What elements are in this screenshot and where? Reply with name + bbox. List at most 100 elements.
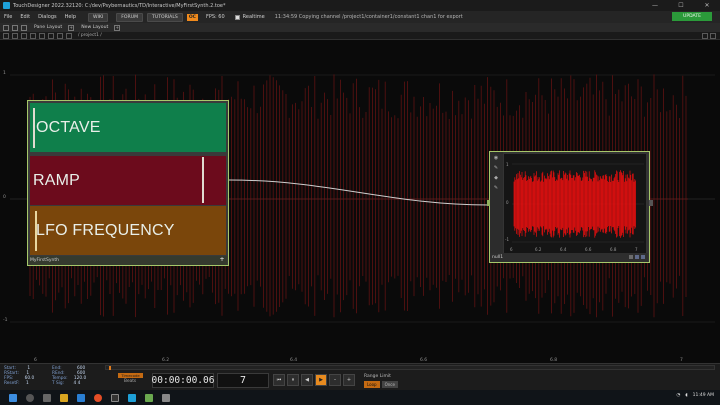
chop-name[interactable]: null1 xyxy=(492,255,503,260)
split-pane-icon[interactable] xyxy=(3,24,9,31)
chop-y-tick: 1 xyxy=(506,162,509,167)
output-connector[interactable] xyxy=(649,200,653,206)
timeline-info-right: End: 600 REnd: 600 Tempo: 120.0 T Sig: 4… xyxy=(52,366,86,386)
up-icon[interactable] xyxy=(30,32,36,39)
resetf-value[interactable]: 1 xyxy=(26,381,29,386)
tsig-value[interactable]: 4 4 xyxy=(73,381,80,386)
pause-button[interactable]: ⏸ xyxy=(287,374,299,386)
menu-dialogs[interactable]: Dialogs xyxy=(34,14,61,20)
beats-toggle[interactable]: Beats xyxy=(124,379,136,384)
close-button[interactable]: ✕ xyxy=(694,0,720,11)
playhead[interactable] xyxy=(109,366,111,370)
add-pane-icon[interactable]: + xyxy=(114,24,121,31)
pane-zoom-icon[interactable] xyxy=(702,33,708,39)
ramp-label: RAMP xyxy=(33,171,81,189)
realtime-toggle[interactable]: Realtime xyxy=(234,14,265,20)
timeline-ruler[interactable] xyxy=(105,365,715,370)
network-path[interactable]: / project1 / xyxy=(78,33,102,38)
render-flag-icon[interactable] xyxy=(635,255,639,259)
split-vertical-icon[interactable] xyxy=(12,24,18,31)
chop-viewer[interactable]: 1 0 -1 6 6.2 6.4 6.6 6.8 7 xyxy=(504,154,646,254)
octave-slider[interactable]: OCTAVE xyxy=(30,103,226,152)
ramp-slider[interactable]: RAMP xyxy=(30,156,226,205)
realtime-checkbox[interactable] xyxy=(234,14,240,20)
range-limit-label: Range Limit xyxy=(364,374,391,379)
display-flag-icon[interactable] xyxy=(629,255,633,259)
new-layout-button[interactable]: New Layout xyxy=(78,25,111,30)
viewer-flag-icon[interactable] xyxy=(641,255,645,259)
menu-bar: File Edit Dialogs Help WIKI FORUM TUTORI… xyxy=(0,11,720,23)
tutorials-button[interactable]: TUTORIALS xyxy=(147,12,183,22)
forum-button[interactable]: FORUM xyxy=(116,12,144,22)
menu-file[interactable]: File xyxy=(0,14,16,20)
terminal-icon[interactable] xyxy=(111,393,119,402)
loop-button[interactable]: Loop xyxy=(364,381,380,388)
once-button[interactable]: Once xyxy=(381,381,398,388)
start-icon[interactable] xyxy=(9,393,17,402)
chop-x-tick: 7 xyxy=(635,247,638,252)
expand-icon[interactable]: + xyxy=(219,257,225,263)
frame-field[interactable]: 7 xyxy=(217,373,269,388)
node-toolbar: ◉ ✎ ◆ ✎ xyxy=(490,152,503,254)
lock-icon[interactable]: ✎ xyxy=(493,185,499,191)
network-icon[interactable]: ◔ xyxy=(676,393,680,398)
step-back-button[interactable]: – xyxy=(329,374,341,386)
menu-help[interactable]: Help xyxy=(61,14,80,20)
clock[interactable]: 11:49 AM xyxy=(693,393,714,398)
bypass-icon[interactable]: ◆ xyxy=(493,175,499,181)
lfo-slider-handle[interactable] xyxy=(35,211,37,251)
step-forward-button[interactable]: + xyxy=(343,374,355,386)
chop-x-tick: 6.2 xyxy=(535,247,542,252)
bookmark-icon[interactable] xyxy=(39,32,45,39)
viewer-icon[interactable]: ◉ xyxy=(493,155,499,161)
menu-edit[interactable]: Edit xyxy=(16,14,34,20)
pane-type-icon[interactable] xyxy=(57,32,63,39)
null-chop-node[interactable]: ◉ ✎ ◆ ✎ 1 0 -1 6 6.2 6.4 6.6 6.8 7 null1 xyxy=(487,151,653,263)
timecode-toggle[interactable]: Timecode xyxy=(118,373,143,378)
home-icon[interactable] xyxy=(21,32,27,39)
touchdesigner-taskbar-icon[interactable] xyxy=(128,393,136,402)
app-icon[interactable] xyxy=(162,393,170,402)
oc-badge[interactable]: OC xyxy=(186,13,198,21)
volume-icon[interactable]: ◖ xyxy=(685,393,687,398)
lfo-frequency-label: LFO FREQUENCY xyxy=(36,221,175,239)
view-icon[interactable] xyxy=(48,32,54,39)
timecode-field[interactable]: 00:00:00.06 xyxy=(152,373,214,388)
comp-name[interactable]: MyFirstSynth xyxy=(30,258,59,263)
chop-x-tick: 6.6 xyxy=(585,247,592,252)
forward-icon[interactable] xyxy=(12,32,18,39)
minimize-button[interactable]: — xyxy=(642,0,668,11)
window-controls: — ☐ ✕ xyxy=(642,0,720,11)
update-button[interactable]: UPDATE xyxy=(672,12,712,21)
wiki-button[interactable]: WIKI xyxy=(88,12,109,22)
maximize-pane-icon[interactable] xyxy=(21,24,27,31)
edit-icon[interactable]: ✎ xyxy=(493,165,499,171)
pane-layout-button[interactable]: Pane Layout xyxy=(31,25,65,30)
realtime-label: Realtime xyxy=(242,14,265,20)
fps-readout: FPS: 60 xyxy=(205,14,225,20)
resetf-key: ResetF: xyxy=(4,381,20,386)
pane-bar: Pane Layout + New Layout + xyxy=(0,23,720,32)
node-flags xyxy=(627,255,645,259)
file-explorer-icon[interactable] xyxy=(60,393,68,402)
add-layout-icon[interactable]: + xyxy=(68,24,75,31)
vscode-icon[interactable] xyxy=(77,393,85,402)
synth-comp-node[interactable]: OCTAVE RAMP LFO FREQUENCY MyFirstSynth + xyxy=(27,100,229,266)
rewind-button[interactable]: ⏮ xyxy=(273,374,285,386)
octave-slider-handle[interactable] xyxy=(33,108,35,148)
back-icon[interactable] xyxy=(3,32,9,39)
maximize-button[interactable]: ☐ xyxy=(668,0,694,11)
lfo-frequency-slider[interactable]: LFO FREQUENCY xyxy=(30,206,226,255)
timeline-info-left: Start: 1 RStart: 1 FPS: 60.0 ResetF: 1 xyxy=(4,366,34,386)
task-view-icon[interactable] xyxy=(43,393,51,402)
system-tray: ◔ ◖ 11:49 AM xyxy=(671,393,714,398)
app-icon[interactable] xyxy=(145,393,153,402)
search-icon[interactable] xyxy=(26,393,34,402)
pane-close-icon[interactable] xyxy=(710,33,716,39)
window-title: TouchDesigner 2022.32120: C:/dev/Psybern… xyxy=(13,2,226,9)
play-reverse-button[interactable]: ◀ xyxy=(301,374,313,386)
pin-icon[interactable] xyxy=(66,32,72,39)
browser-icon[interactable] xyxy=(94,393,102,402)
play-button[interactable]: ▶ xyxy=(315,374,327,386)
ramp-slider-handle[interactable] xyxy=(202,157,204,203)
